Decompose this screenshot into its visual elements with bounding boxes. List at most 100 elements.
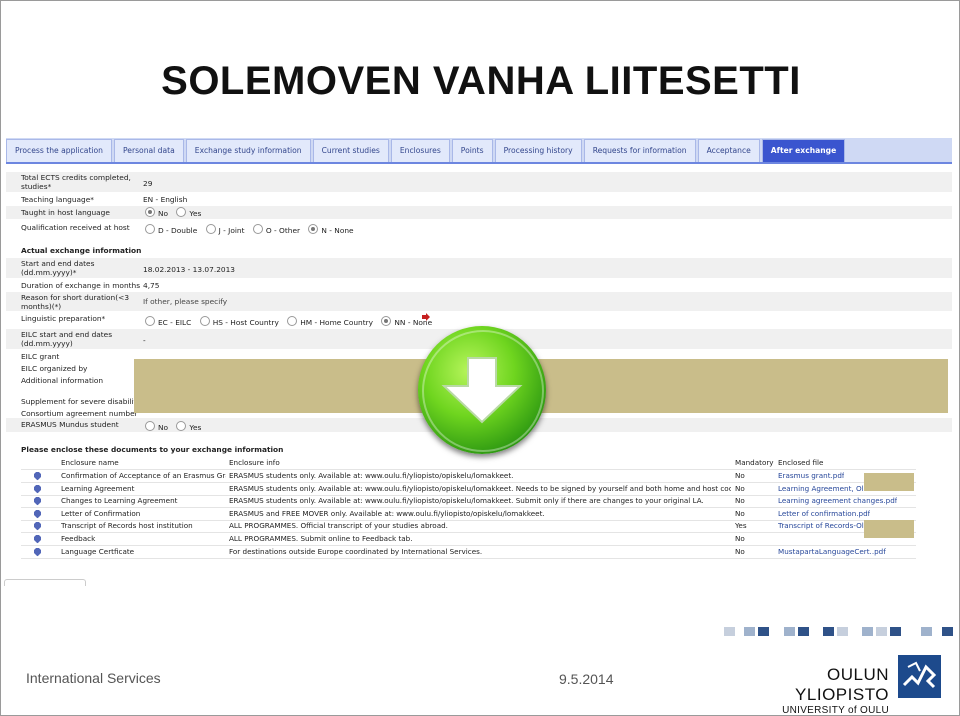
- university-name-fi: OULUN YLIOPISTO: [795, 665, 889, 704]
- additional-info-label: Additional information: [21, 376, 104, 385]
- down-arrow-icon: [441, 357, 523, 424]
- edit-icon[interactable]: [34, 472, 41, 482]
- enclosure-file[interactable]: Learning agreement changes.pdf: [778, 496, 897, 506]
- enclosure-mandatory: No: [735, 508, 745, 518]
- tab-personal-data[interactable]: Personal data: [113, 139, 184, 162]
- duration-label: Duration of exchange in months: [21, 281, 141, 290]
- radio-host-country[interactable]: [199, 316, 210, 326]
- square: [823, 627, 834, 636]
- enclosure-name: Changes to Learning Agreement: [61, 496, 178, 506]
- linguistic-radios: EC - EILC HS - Host Country HM - Home Co…: [143, 316, 436, 327]
- tab-acceptance[interactable]: Acceptance: [697, 139, 760, 162]
- tab-enclosures[interactable]: Enclosures: [390, 139, 450, 162]
- enclosure-file[interactable]: Transcript of Records-Olli: [778, 521, 868, 531]
- eilc-grant-label: EILC grant: [21, 352, 60, 361]
- table-row: Changes to Learning Agreement ERASMUS stu…: [21, 495, 916, 509]
- radio-no[interactable]: [145, 207, 155, 217]
- column-header: Enclosed file: [778, 458, 824, 467]
- radio-label: Yes: [189, 422, 202, 432]
- enclosure-mandatory: Yes: [735, 521, 747, 531]
- radio-yes[interactable]: [176, 207, 187, 217]
- radio-nn-none[interactable]: [381, 316, 392, 326]
- enclosure-info: ERASMUS students only. Available at: www…: [229, 496, 704, 506]
- taught-host-radios: No Yes: [143, 207, 205, 218]
- edit-icon[interactable]: [34, 522, 41, 532]
- radio-joint[interactable]: [205, 224, 216, 234]
- radio-label: No: [158, 208, 169, 218]
- tab-points[interactable]: Points: [451, 139, 493, 162]
- tab-requests-for-information[interactable]: Requests for information: [583, 139, 696, 162]
- eilc-dates-value: -: [143, 336, 146, 345]
- tab-process-the-application[interactable]: Process the application: [6, 139, 112, 162]
- edit-icon[interactable]: [34, 497, 41, 507]
- enclosure-mandatory: No: [735, 471, 745, 480]
- tab-bar: Process the application Personal data Exch…: [6, 138, 952, 164]
- short-reason-input[interactable]: If other, please specify: [143, 297, 227, 306]
- download-button[interactable]: [418, 326, 546, 454]
- radio-home-country[interactable]: [287, 316, 298, 326]
- enclosure-name: Language Certficate: [61, 546, 135, 556]
- radio-label: N - None: [321, 225, 354, 235]
- tab-current-studies[interactable]: Current studies: [312, 139, 389, 162]
- tab-after-exchange[interactable]: After exchange: [761, 139, 846, 162]
- eilc-org-label: EILC organized by: [21, 364, 88, 373]
- qualification-label: Qualification received at host: [21, 223, 130, 232]
- radio-label: J - Joint: [218, 225, 245, 235]
- start-end-value: 18.02.2013 - 13.07.2013: [143, 265, 235, 274]
- taught-host-label: Taught in host language: [21, 208, 110, 217]
- enclosure-file[interactable]: MustapartaLanguageCert..pdf: [778, 547, 886, 557]
- enclosure-file[interactable]: Erasmus grant.pdf: [778, 471, 844, 481]
- radio-label: HM - Home Country: [300, 317, 374, 327]
- radio-label: HS - Host Country: [212, 317, 279, 327]
- tab-exchange-study-information[interactable]: Exchange study information: [185, 139, 311, 162]
- start-end-label: Start and end dates (dd.mm.yyyy)*: [21, 259, 95, 277]
- radio-label: O - Other: [265, 225, 301, 235]
- table-row: Letter of Confirmation ERASMUS and FREE M…: [21, 508, 916, 521]
- square: [744, 627, 755, 636]
- linguistic-label: Linguistic preparation*: [21, 314, 106, 323]
- table-row: Feedback ALL PROGRAMMES. Submit online to…: [21, 533, 916, 546]
- radio-no[interactable]: [145, 421, 155, 431]
- edit-icon[interactable]: [34, 535, 41, 545]
- table-row: Confirmation of Acceptance of an Erasmus…: [21, 470, 916, 483]
- table-row: Transcript of Records host institution AL…: [21, 520, 916, 534]
- square: [837, 627, 848, 636]
- radio-eilc[interactable]: [145, 316, 155, 326]
- university-logo-mark: [898, 655, 941, 698]
- eilc-dates-label: EILC start and end dates (dd.mm.yyyy): [21, 330, 113, 348]
- enclosure-mandatory: No: [735, 496, 745, 506]
- footer-date: 9.5.2014: [559, 671, 614, 687]
- square: [890, 627, 901, 636]
- column-header: Mandatory: [735, 458, 774, 467]
- radio-yes[interactable]: [176, 421, 187, 431]
- radio-other[interactable]: [252, 224, 263, 234]
- enclosure-info: ALL PROGRAMMES. Submit online to Feedbac…: [229, 534, 413, 543]
- enclosure-name: Confirmation of Acceptance of an Erasmus…: [61, 471, 226, 480]
- severe-disability-label: Supplement for severe disability: [21, 397, 141, 406]
- enclosure-info: ALL PROGRAMMES. Official transcript of y…: [229, 521, 448, 531]
- enclosure-mandatory: No: [735, 534, 745, 543]
- edit-icon[interactable]: [34, 509, 41, 520]
- erasmus-mundus-label: ERASMUS Mundus student: [21, 420, 119, 429]
- square: [942, 627, 953, 636]
- enclosure-file[interactable]: Learning Agreement, Olli: [778, 484, 868, 494]
- row-duration: Duration of exchange in months 4,75: [6, 280, 952, 291]
- radio-double[interactable]: [145, 224, 155, 234]
- row-total-ects: Total ECTS credits completed, studies* 2…: [6, 172, 952, 192]
- square: [758, 627, 769, 636]
- teaching-language-label: Teaching language*: [21, 195, 94, 204]
- edit-icon[interactable]: [34, 547, 41, 558]
- column-header: Enclosure info: [229, 458, 280, 467]
- radio-none[interactable]: [308, 224, 319, 234]
- edit-icon[interactable]: [34, 484, 41, 495]
- enclosure-info: For destinations outside Europe coordina…: [229, 546, 483, 556]
- enclosure-mandatory: No: [735, 546, 745, 556]
- enclosure-mandatory: No: [735, 483, 745, 493]
- teaching-language-value: EN - English: [143, 195, 188, 204]
- red-arrow-icon: [422, 313, 430, 321]
- enclosure-file[interactable]: Letter of confirmation.pdf: [778, 509, 870, 519]
- enclosure-name: Letter of Confirmation: [61, 508, 141, 518]
- table-header: Enclosure name Enclosure info Mandatory Enc…: [21, 457, 916, 470]
- enclosure-info: ERASMUS students only. Available at: www…: [229, 471, 514, 480]
- tab-processing-history[interactable]: Processing history: [494, 139, 582, 162]
